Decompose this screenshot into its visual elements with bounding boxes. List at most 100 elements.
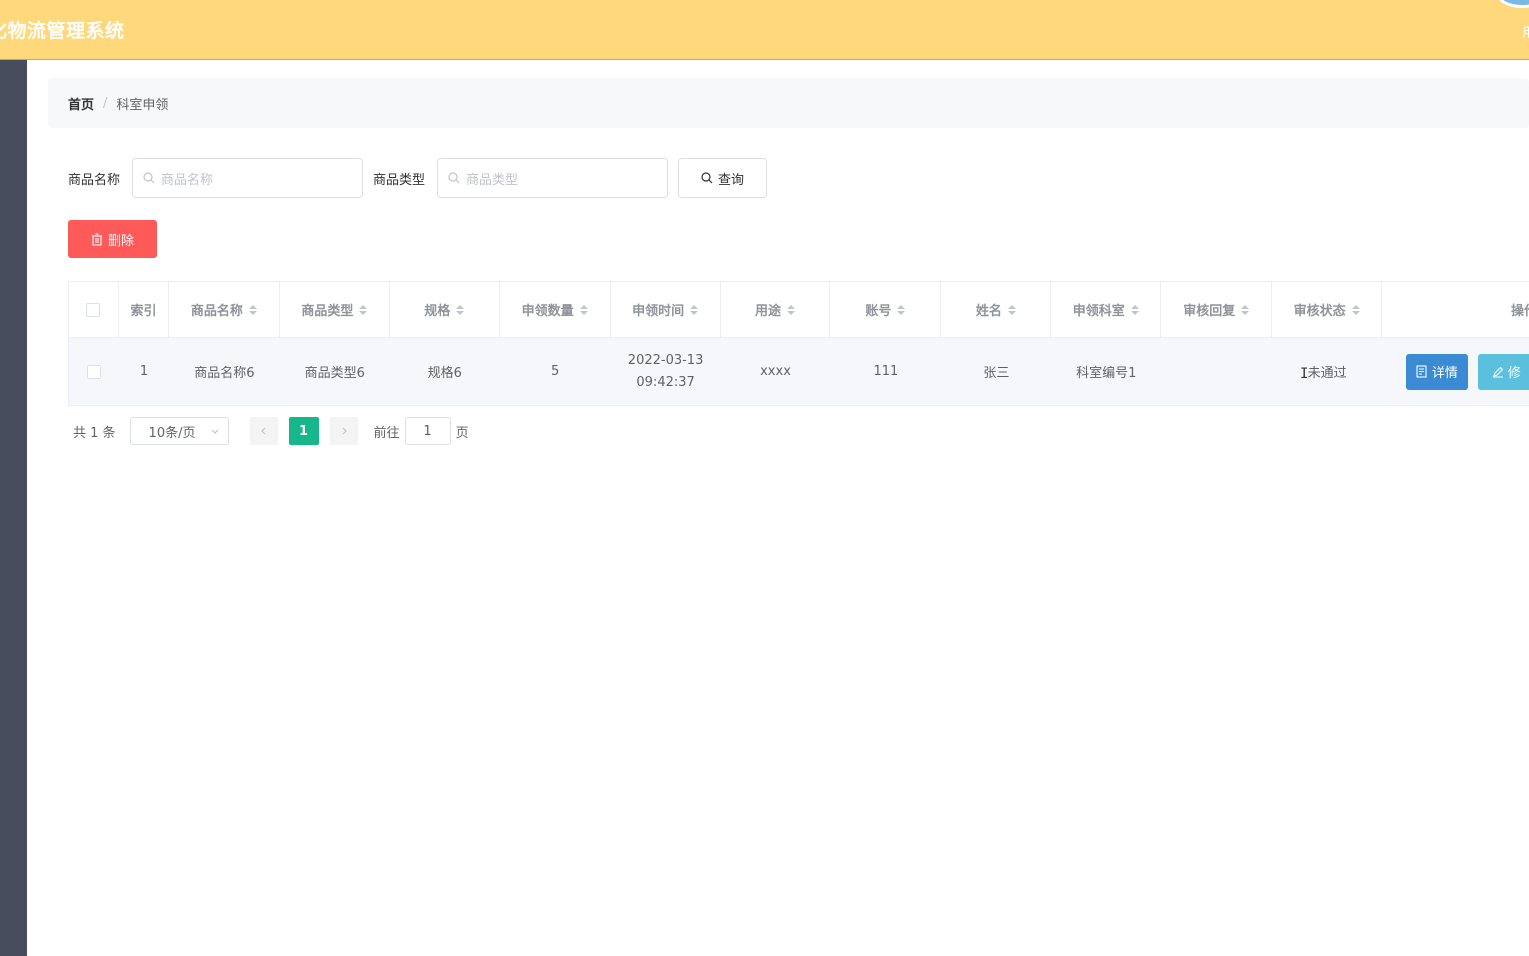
row-checkbox[interactable] (86, 364, 101, 379)
data-table: 索引 商品名称 商品类型 规格 申领数量 申领时间 用途 账号 姓名 申领科室 … (68, 281, 1529, 406)
page-size-select[interactable]: 10条/页 (129, 417, 229, 445)
chevron-left-icon (260, 427, 265, 435)
select-all-cell (69, 282, 119, 338)
breadcrumb: 首页 / 科室申领 (48, 78, 1529, 128)
breadcrumb-separator: / (103, 95, 108, 111)
breadcrumb-home[interactable]: 首页 (68, 94, 94, 113)
column-header-index: 索引 (118, 282, 169, 338)
search-icon (143, 172, 155, 184)
cell-actions: 详情 修 (1382, 338, 1529, 405)
select-all-checkbox[interactable] (86, 302, 101, 317)
column-header-label: 操作 (1510, 304, 1529, 319)
sort-icon[interactable] (1351, 304, 1360, 315)
search-form: 商品名称 商品名称 商品类型 商品类型 查询 (68, 158, 768, 198)
cell-review-reply (1161, 338, 1272, 405)
product-type-label: 商品类型 (373, 172, 426, 188)
edit-icon (1492, 366, 1504, 377)
pagination: 共 1 条 10条/页 1 前往 1 页 (73, 417, 469, 445)
column-header-usage[interactable]: 用途 (720, 282, 831, 338)
pagination-total: 共 1 条 (73, 425, 116, 441)
sidebar (0, 60, 27, 956)
row-select-cell (69, 338, 119, 405)
cell-product-type: 商品类型6 (304, 366, 365, 381)
top-header: 化物流管理系统 用 (0, 0, 1529, 60)
page-number-active[interactable]: 1 (288, 417, 319, 445)
cell-apply-time: 2022-03-13 09:42:37 (611, 338, 721, 405)
column-header-label: 索引 (130, 304, 157, 319)
sort-icon[interactable] (456, 304, 465, 315)
cell-department: 科室编号1 (1076, 366, 1137, 381)
column-header-apply-time[interactable]: 申领时间 (610, 282, 721, 338)
sort-icon[interactable] (1241, 304, 1250, 315)
column-header-product-name[interactable]: 商品名称 (168, 282, 280, 338)
chevron-down-icon (211, 429, 218, 434)
sort-icon[interactable] (787, 304, 796, 315)
column-header-label: 用途 (755, 304, 782, 319)
product-name-input[interactable]: 商品名称 (132, 158, 364, 198)
column-header-actions: 操作 (1382, 282, 1529, 338)
cell-product-name: 商品名称6 (194, 366, 255, 381)
column-header-spec[interactable]: 规格 (389, 282, 500, 338)
sort-icon[interactable] (248, 304, 257, 315)
header-user-label[interactable]: 用 (1522, 22, 1529, 41)
product-type-placeholder: 商品类型 (466, 172, 519, 188)
cell-account: 111 (873, 364, 899, 379)
prev-page-button[interactable] (249, 417, 278, 445)
goto-page-input[interactable]: 1 (404, 417, 451, 445)
column-header-label: 商品名称 (190, 304, 243, 319)
goto-label: 前往 (373, 425, 400, 441)
table-row[interactable]: 1 商品名称6 商品类型6 规格6 5 2022-03-13 09:42:37 … (69, 338, 1529, 406)
sort-icon[interactable] (1130, 304, 1139, 315)
column-header-label: 姓名 (975, 304, 1002, 319)
query-button[interactable]: 查询 (678, 158, 768, 198)
cell-apply-date: 2022-03-13 (627, 352, 704, 368)
column-header-label: 账号 (865, 304, 892, 319)
product-name-label: 商品名称 (68, 172, 121, 188)
breadcrumb-current: 科室申领 (116, 97, 169, 113)
cell-person: 张三 (983, 366, 1010, 381)
column-header-label: 商品类型 (301, 304, 354, 319)
delete-button-label: 删除 (107, 233, 134, 249)
document-icon (1416, 365, 1427, 378)
column-header-label: 申领时间 (632, 304, 685, 319)
sort-icon[interactable] (579, 304, 588, 315)
goto-unit: 页 (455, 425, 469, 441)
sort-icon[interactable] (897, 304, 906, 315)
column-header-quantity[interactable]: 申领数量 (499, 282, 611, 338)
detail-button[interactable]: 详情 (1406, 353, 1468, 390)
cell-apply-clock: 09:42:37 (636, 374, 695, 390)
column-header-account[interactable]: 账号 (830, 282, 942, 338)
search-icon (448, 172, 460, 184)
column-header-person[interactable]: 姓名 (941, 282, 1052, 338)
detail-button-label: 详情 (1431, 366, 1458, 381)
sort-icon[interactable] (690, 304, 699, 315)
cell-quantity: 5 (551, 364, 560, 379)
cell-review-status: 未通过 (1307, 366, 1347, 381)
search-icon (701, 172, 713, 184)
next-page-button[interactable] (329, 417, 358, 445)
sort-icon[interactable] (1007, 304, 1016, 315)
column-header-product-type[interactable]: 商品类型 (279, 282, 390, 338)
page-size-value: 10条/页 (148, 425, 196, 441)
chevron-right-icon (342, 427, 347, 435)
edit-button[interactable]: 修 (1477, 353, 1529, 390)
user-avatar[interactable] (1496, 0, 1529, 8)
product-type-input[interactable]: 商品类型 (437, 158, 669, 198)
cell-spec: 规格6 (427, 366, 462, 381)
product-name-placeholder: 商品名称 (161, 172, 214, 188)
table-header: 索引 商品名称 商品类型 规格 申领数量 申领时间 用途 账号 姓名 申领科室 … (69, 282, 1529, 338)
column-header-label: 审核状态 (1293, 304, 1346, 319)
column-header-label: 审核回复 (1183, 304, 1236, 319)
column-header-label: 规格 (424, 304, 451, 319)
column-header-label: 申领科室 (1072, 304, 1125, 319)
cell-usage: xxxx (760, 364, 791, 379)
column-header-label: 申领数量 (521, 304, 574, 319)
query-button-label: 查询 (718, 172, 745, 188)
cell-index: 1 (139, 364, 149, 379)
text-cursor-icon: I (1300, 366, 1309, 382)
column-header-department[interactable]: 申领科室 (1051, 282, 1162, 338)
sort-icon[interactable] (359, 304, 368, 315)
column-header-review-reply[interactable]: 审核回复 (1161, 282, 1273, 338)
delete-button[interactable]: 删除 (68, 220, 157, 258)
column-header-review-status[interactable]: 审核状态 (1272, 282, 1383, 338)
